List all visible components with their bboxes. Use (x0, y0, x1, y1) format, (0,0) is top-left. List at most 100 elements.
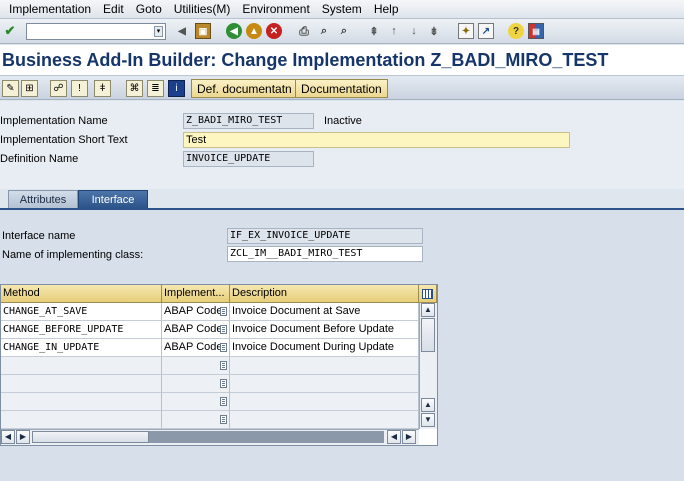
print-icon[interactable]: ⎙ (296, 23, 312, 39)
display-change-icon[interactable]: ✎ (2, 80, 19, 97)
implementing-class-field: ZCL_IM__BADI_MIRO_TEST (227, 246, 423, 262)
horizontal-scrollbar[interactable]: ◀ ▶ ◀ ▶ (1, 429, 419, 445)
find-next-icon[interactable]: ⌕ (336, 23, 352, 39)
help-icon[interactable]: ? (508, 23, 524, 39)
method-cell[interactable]: CHANGE_AT_SAVE (1, 303, 162, 321)
menu-bar: Implementation Edit Goto Utilities(M) En… (0, 0, 684, 19)
vertical-scroll-thumb[interactable] (421, 318, 435, 352)
empty-cell[interactable] (1, 411, 162, 429)
scroll-up-icon[interactable]: ▲ (421, 398, 435, 412)
title-bar: Business Add-In Builder: Change Implemen… (0, 45, 684, 76)
menu-system[interactable]: System (322, 2, 362, 16)
back-icon[interactable]: ◀ (226, 23, 242, 39)
empty-cell[interactable] (1, 357, 162, 375)
definition-name-label: Definition Name (0, 153, 79, 165)
scroll-down-icon[interactable]: ▼ (421, 413, 435, 427)
horizontal-scroll-thumb[interactable] (32, 431, 149, 443)
scroll-left-icon[interactable]: ◀ (387, 430, 401, 444)
empty-cell[interactable] (162, 375, 230, 393)
page-title: Business Add-In Builder: Change Implemen… (2, 50, 609, 70)
application-toolbar: ✎ ⊞ ☍ ǃ ǂ ⌘ ≣ i Def. documentatn Documen… (0, 77, 684, 100)
column-header-implementation[interactable]: Implement... (162, 285, 230, 303)
tab-strip: Attributes Interface (0, 189, 684, 209)
save-icon[interactable]: ▣ (195, 23, 211, 39)
tab-interface[interactable]: Interface (78, 190, 148, 209)
tab-attributes[interactable]: Attributes (8, 190, 78, 209)
interface-name-label: Interface name (2, 230, 76, 242)
scroll-right-icon[interactable]: ▶ (16, 430, 30, 444)
empty-cell (230, 357, 419, 375)
cancel-icon[interactable]: ✕ (266, 23, 282, 39)
other-object-icon[interactable]: ⊞ (21, 80, 38, 97)
value-help-icon[interactable] (220, 307, 227, 316)
menu-goto[interactable]: Goto (136, 2, 162, 16)
value-help-icon[interactable] (220, 325, 227, 334)
def-documentation-button[interactable]: Def. documentatn (191, 79, 298, 98)
empty-cell[interactable] (1, 393, 162, 411)
empty-cell (230, 375, 419, 393)
last-page-icon[interactable]: ⇟ (426, 23, 442, 39)
implementing-class-label: Name of implementing class: (2, 249, 144, 261)
implementation-status: Inactive (324, 115, 362, 127)
implementation-cell[interactable]: ABAP Code (162, 303, 230, 321)
horizontal-scroll-track[interactable] (149, 431, 384, 443)
layout-menu-icon[interactable]: ▤ (528, 23, 544, 39)
description-cell: Invoice Document During Update (230, 339, 419, 357)
activate-icon[interactable]: ǃ (71, 80, 88, 97)
command-dropdown-icon[interactable]: ▾ (154, 26, 163, 37)
menu-help[interactable]: Help (374, 2, 399, 16)
short-text-input[interactable]: Test (183, 132, 570, 148)
description-cell: Invoice Document at Save (230, 303, 419, 321)
command-field[interactable]: ▾ (26, 23, 166, 40)
empty-cell[interactable] (162, 357, 230, 375)
empty-cell[interactable] (162, 393, 230, 411)
create-session-icon[interactable]: ✦ (458, 23, 474, 39)
implementation-name-field: Z_BADI_MIRO_TEST (183, 113, 314, 129)
description-cell: Invoice Document Before Update (230, 321, 419, 339)
implementation-cell[interactable]: ABAP Code (162, 339, 230, 357)
empty-cell (230, 393, 419, 411)
menu-implementation[interactable]: Implementation (9, 2, 91, 16)
interface-name-field: IF_EX_INVOICE_UPDATE (227, 228, 423, 244)
value-help-icon[interactable] (220, 379, 227, 388)
vertical-scrollbar[interactable]: ▲ ▲ ▼ (419, 303, 437, 429)
create-shortcut-icon[interactable]: ↗ (478, 23, 494, 39)
column-header-description[interactable]: Description (230, 285, 419, 303)
method-cell[interactable]: CHANGE_IN_UPDATE (1, 339, 162, 357)
enter-icon[interactable]: ✔ (2, 23, 18, 39)
table-settings-icon[interactable] (419, 285, 437, 303)
value-help-icon[interactable] (220, 397, 227, 406)
history-left-icon[interactable]: ◀ (174, 23, 190, 39)
empty-cell[interactable] (162, 411, 230, 429)
menu-environment[interactable]: Environment (242, 2, 309, 16)
check-icon[interactable]: ☍ (50, 80, 67, 97)
menu-edit[interactable]: Edit (103, 2, 124, 16)
standard-toolbar: ✔ ▾ ◀ ▣ ◀ ▲ ✕ ⎙ ⌕ ⌕ ⇞ ↑ ↓ ⇟ ✦ ↗ ? ▤ (0, 19, 684, 44)
menu-utilities[interactable]: Utilities(M) (174, 2, 231, 16)
next-page-icon[interactable]: ↓ (406, 23, 422, 39)
empty-cell (230, 411, 419, 429)
method-cell[interactable]: CHANGE_BEFORE_UPDATE (1, 321, 162, 339)
value-help-icon[interactable] (220, 343, 227, 352)
implementation-value: ABAP Code (164, 341, 223, 353)
value-help-icon[interactable] (220, 361, 227, 370)
empty-cell[interactable] (1, 375, 162, 393)
first-page-icon[interactable]: ⇞ (366, 23, 382, 39)
exit-icon[interactable]: ▲ (246, 23, 262, 39)
scroll-up-icon[interactable]: ▲ (421, 303, 435, 317)
implementation-name-label: Implementation Name (0, 115, 108, 127)
find-icon[interactable]: ⌕ (316, 23, 332, 39)
column-header-method[interactable]: Method (1, 285, 162, 303)
hierarchy-icon[interactable]: ⌘ (126, 80, 143, 97)
where-used-icon[interactable]: ≣ (147, 80, 164, 97)
value-help-icon[interactable] (220, 415, 227, 424)
scroll-left-icon[interactable]: ◀ (1, 430, 15, 444)
scroll-right-icon[interactable]: ▶ (402, 430, 416, 444)
implementation-header-form: Implementation Name Z_BADI_MIRO_TEST Ina… (0, 101, 684, 189)
documentation-button[interactable]: Documentation (295, 79, 388, 98)
info-icon[interactable]: i (168, 80, 185, 97)
implementation-value: ABAP Code (164, 323, 223, 335)
previous-page-icon[interactable]: ↑ (386, 23, 402, 39)
implementation-cell[interactable]: ABAP Code (162, 321, 230, 339)
deactivate-icon[interactable]: ǂ (94, 80, 111, 97)
